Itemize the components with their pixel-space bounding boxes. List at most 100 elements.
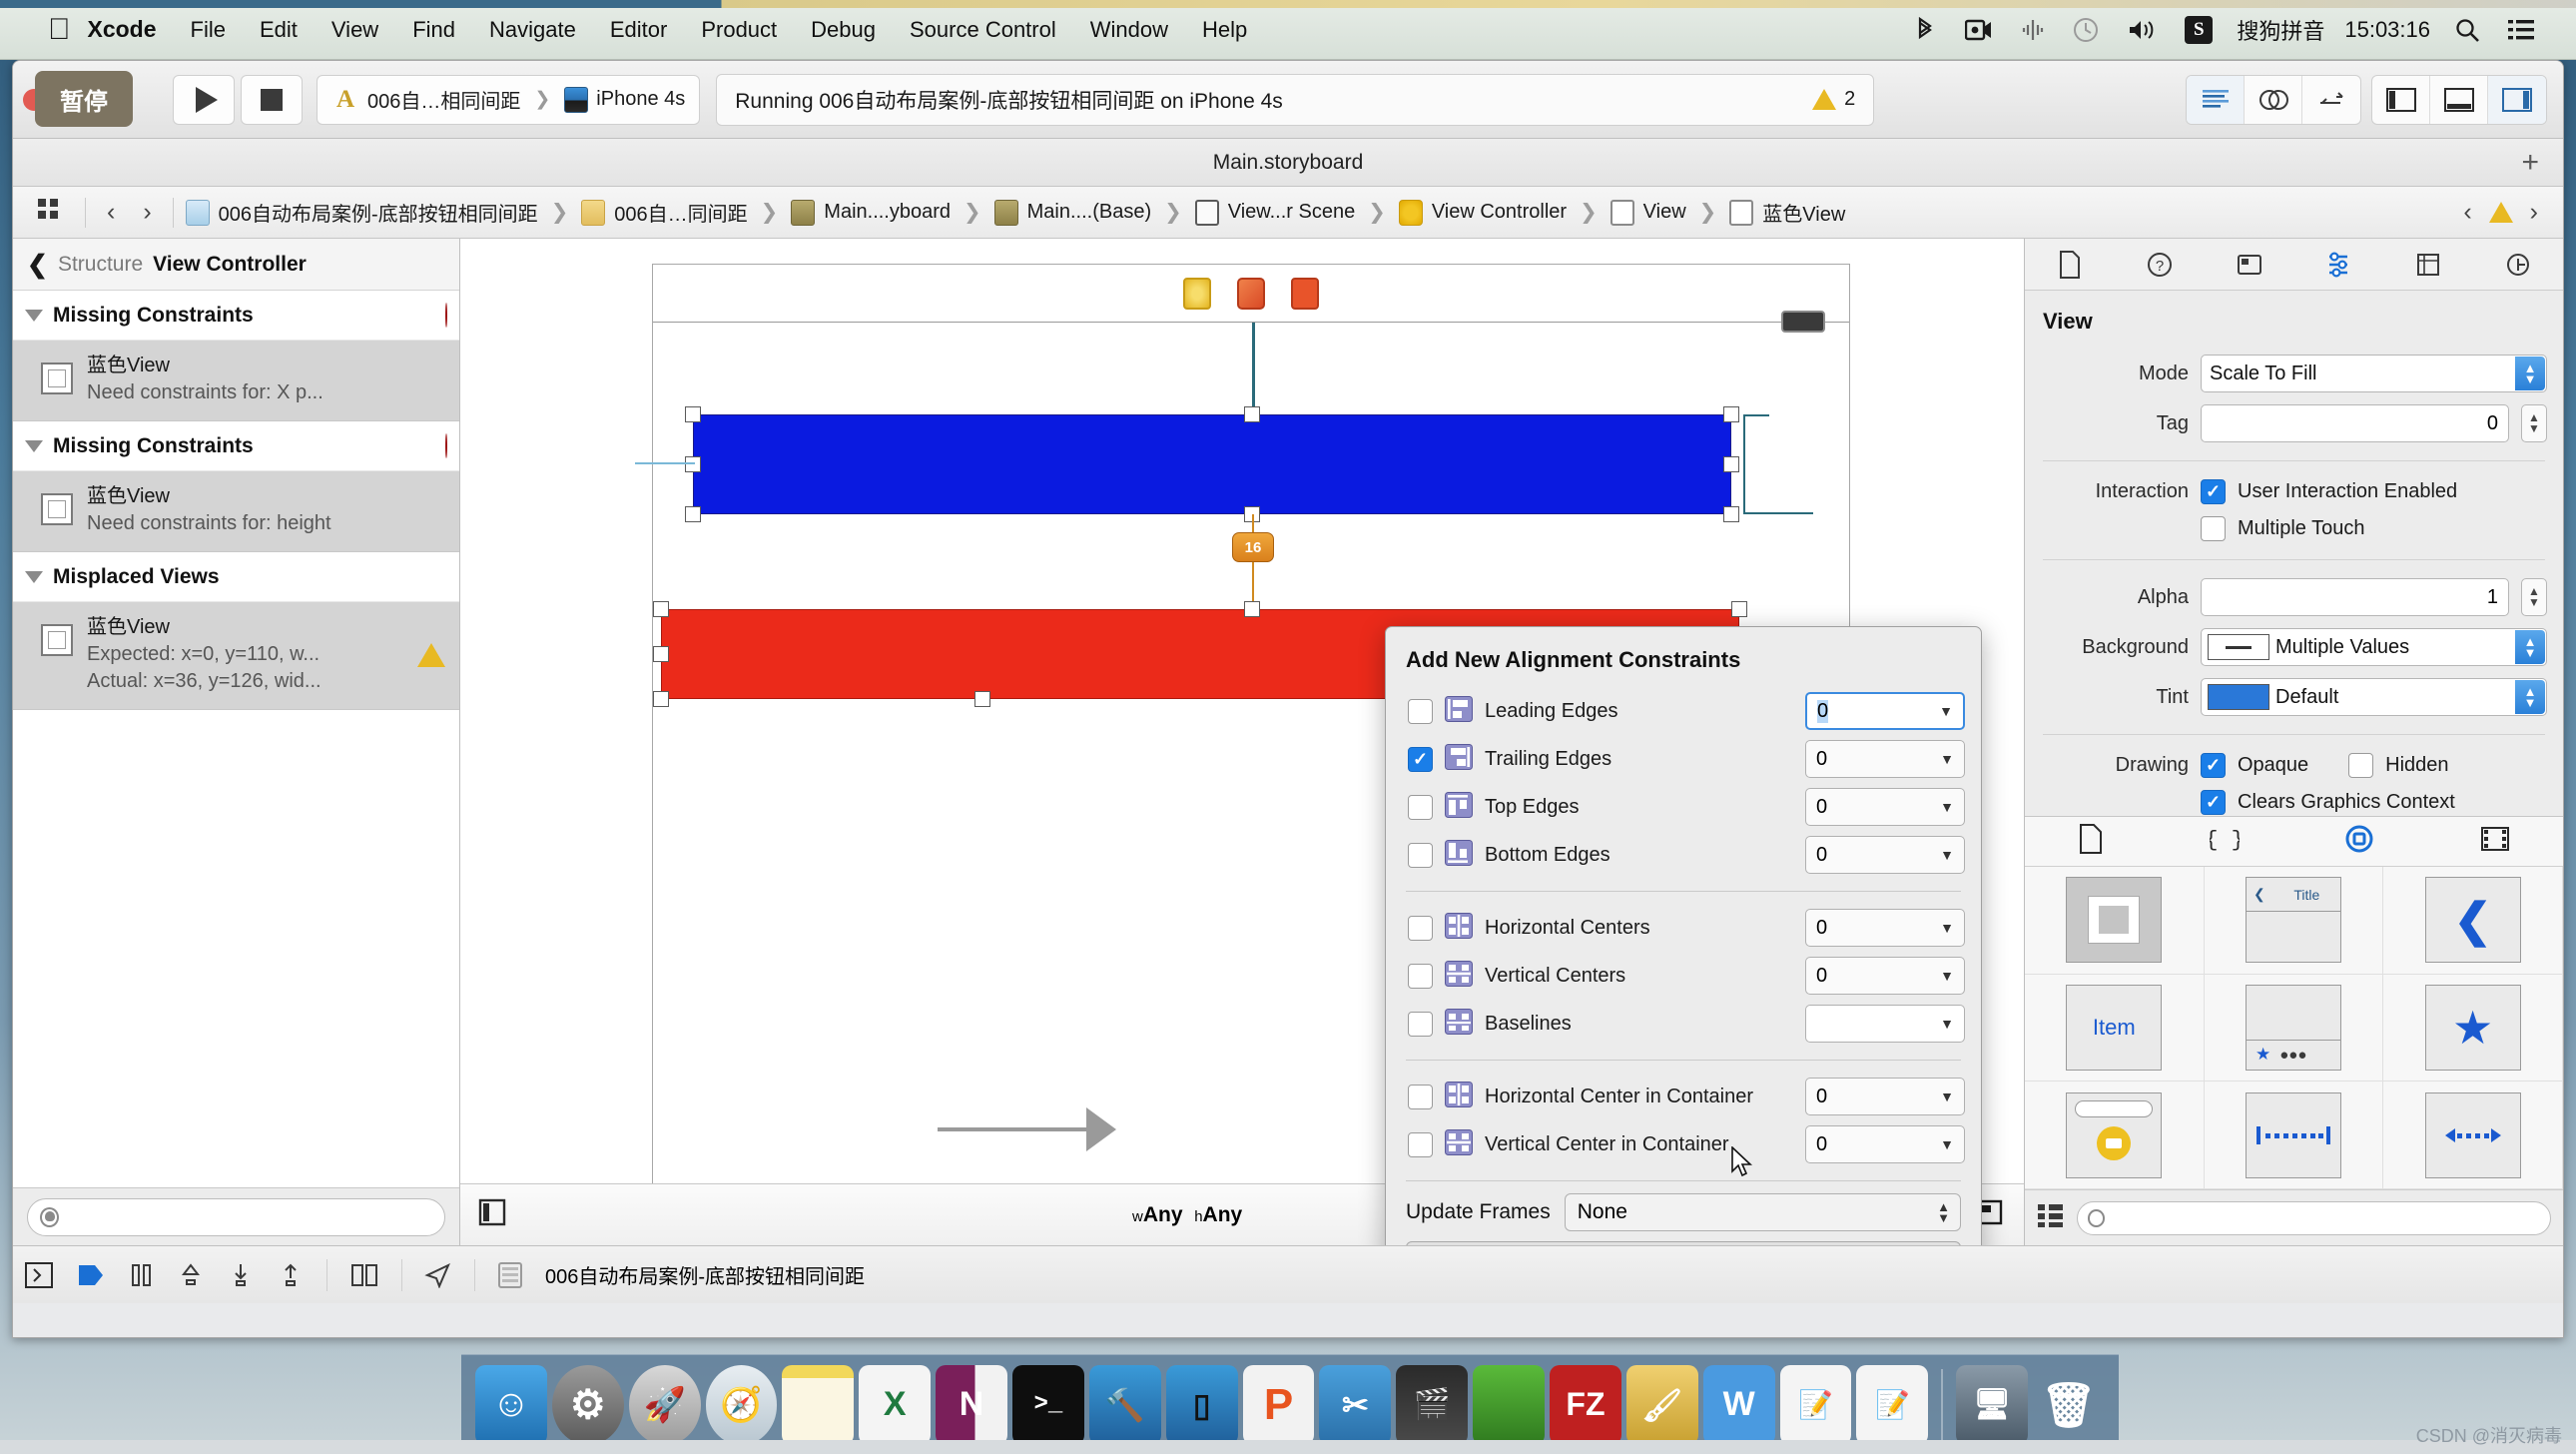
menu-item-view[interactable]: View: [315, 17, 395, 43]
dock-item-imovie[interactable]: 🎬: [1396, 1364, 1469, 1445]
constraint-line-leading[interactable]: [635, 462, 695, 464]
editor-mode-segments[interactable]: [2186, 74, 2361, 125]
dock-item-notes[interactable]: [782, 1364, 855, 1445]
location-icon[interactable]: [424, 1262, 452, 1288]
time-machine-icon[interactable]: [2059, 17, 2113, 43]
input-method-badge[interactable]: S: [2171, 15, 2227, 44]
dock-item-downloads-stack[interactable]: 🖥: [1956, 1364, 2028, 1445]
interface-builder-canvas[interactable]: 16 wAny hAny Add New Alignment Constrain…: [460, 239, 2024, 1245]
add-constraint-button[interactable]: Add 1 Constraint: [1406, 1241, 1961, 1245]
resize-handle[interactable]: [653, 691, 669, 707]
star-image-object[interactable]: ★: [2424, 984, 2521, 1071]
view-toggle-segments[interactable]: [2371, 74, 2547, 125]
issue-group-missing-constraints-1[interactable]: Missing Constraints: [13, 291, 459, 341]
notification-center-icon[interactable]: [2494, 19, 2548, 41]
multiple-touch-checkbox[interactable]: [2201, 516, 2226, 541]
issue-row[interactable]: 蓝色View Need constraints for: height: [13, 471, 459, 552]
toggle-utilities-icon[interactable]: [2488, 75, 2546, 124]
blue-view[interactable]: [693, 414, 1731, 514]
tag-stepper[interactable]: ▲ ▼: [2521, 404, 2547, 442]
dock-item-keynote-p[interactable]: P: [1242, 1364, 1315, 1445]
run-button[interactable]: [173, 74, 235, 125]
navigate-forward-button[interactable]: ›: [130, 198, 164, 227]
breadcrumb-blue-view[interactable]: 蓝色View: [1725, 198, 1849, 227]
breadcrumb-view-controller[interactable]: View Controller: [1395, 199, 1571, 226]
alpha-stepper[interactable]: ▲ ▼: [2521, 578, 2547, 616]
vertical-centers-value-field[interactable]: 0 ▼: [1805, 957, 1965, 995]
menu-item-product[interactable]: Product: [684, 17, 794, 43]
clears-graphics-context-checkbox[interactable]: ✓: [2201, 790, 2226, 815]
dock-item-system-preferences[interactable]: ⚙: [551, 1364, 624, 1445]
trait-variation-label[interactable]: wAny hAny: [1132, 1203, 1242, 1227]
version-editor-icon[interactable]: [2302, 76, 2360, 124]
constraint-row-leading-edges[interactable]: Leading Edges 0 ▼: [1386, 687, 1981, 735]
library-cell[interactable]: [2383, 1082, 2563, 1189]
continue-icon[interactable]: [77, 1263, 107, 1287]
horizontal-constraint-object[interactable]: [2424, 1091, 2521, 1178]
library-item-grid[interactable]: ❮ Title ❮ Item ★ ●●● ★: [2025, 867, 2563, 1189]
issue-group-misplaced-views[interactable]: Misplaced Views: [13, 552, 459, 602]
back-chevron-object[interactable]: ❮: [2424, 877, 2521, 964]
disclosure-triangle-icon[interactable]: [25, 309, 43, 322]
dock-item-safari[interactable]: 🧭: [705, 1364, 778, 1445]
menu-item-debug[interactable]: Debug: [794, 17, 893, 43]
chevron-down-icon[interactable]: ▼: [1940, 1089, 1954, 1104]
menu-item-source-control[interactable]: Source Control: [893, 17, 1073, 43]
chevron-down-icon[interactable]: ▼: [1940, 920, 1954, 936]
vertical-center-in-container-checkbox[interactable]: [1408, 1131, 1433, 1157]
alpha-field[interactable]: 1: [2201, 578, 2509, 616]
chevron-down-icon[interactable]: ▼: [1940, 847, 1954, 863]
dock-item-ios-simulator[interactable]: ▯: [1165, 1364, 1238, 1445]
document-outline-toggle[interactable]: [478, 1197, 508, 1233]
tint-color-swatch[interactable]: [2208, 684, 2269, 710]
toggle-debug-area-icon[interactable]: [2430, 75, 2488, 124]
step-over-icon[interactable]: [177, 1262, 205, 1288]
stepper-icon[interactable]: ▲ ▼: [1937, 1200, 1950, 1224]
code-snippet-library-icon[interactable]: { }: [2205, 825, 2245, 858]
stepper-icon[interactable]: ▲ ▼: [2515, 630, 2545, 664]
vertical-centers-checkbox[interactable]: [1408, 963, 1433, 989]
issue-row[interactable]: 蓝色View Expected: x=0, y=110, w... Actual…: [13, 602, 459, 710]
library-search-field[interactable]: [2077, 1200, 2551, 1235]
library-cell[interactable]: [2025, 867, 2205, 975]
library-cell[interactable]: ❮ Title: [2204, 867, 2384, 975]
menu-item-edit[interactable]: Edit: [243, 17, 315, 43]
pause-tooltip[interactable]: 暂停: [35, 71, 133, 127]
tag-field[interactable]: 0: [2201, 404, 2509, 442]
bar-button-item-object[interactable]: Item: [2066, 984, 2163, 1071]
constraint-row-vertical-center-in-container[interactable]: Vertical Center in Container 0 ▼: [1386, 1120, 1981, 1168]
dock-item-xcode-doc-1[interactable]: 📝: [1779, 1364, 1852, 1445]
bottom-edges-value-field[interactable]: 0 ▼: [1805, 836, 1965, 874]
scheme-selector[interactable]: A 006自…相同间距 ❯ iPhone 4s: [317, 74, 701, 125]
breadcrumb-project[interactable]: 006自动布局案例-底部按钮相同间距: [182, 198, 542, 227]
dock-item-evernote[interactable]: [1473, 1364, 1546, 1445]
spacing-constraint-badge[interactable]: 16: [1232, 532, 1274, 562]
horizontal-centers-value-field[interactable]: 0 ▼: [1805, 909, 1965, 947]
menu-item-navigate[interactable]: Navigate: [472, 17, 593, 43]
first-responder-icon[interactable]: [1237, 277, 1265, 310]
apple-menu-icon[interactable]: : [48, 14, 71, 45]
library-search-input[interactable]: [2105, 1207, 2540, 1228]
dock-item-microsoft-onenote[interactable]: N: [936, 1364, 1008, 1445]
resize-handle[interactable]: [1723, 506, 1739, 522]
menu-item-find[interactable]: Find: [395, 17, 472, 43]
object-library-icon[interactable]: [2344, 824, 2374, 859]
navigator-scope-label[interactable]: Structure: [58, 253, 143, 277]
hidden-checkbox[interactable]: [2348, 753, 2374, 778]
dock-item-wps-writer[interactable]: W: [1702, 1364, 1775, 1445]
chevron-down-icon[interactable]: ▼: [1939, 703, 1953, 719]
stop-button[interactable]: [241, 74, 303, 125]
update-frames-row[interactable]: Update Frames None ▲ ▼: [1386, 1191, 1981, 1241]
resize-handle[interactable]: [653, 601, 669, 617]
resize-handle[interactable]: [1731, 601, 1747, 617]
dock-item-xcode[interactable]: 🔨: [1088, 1364, 1161, 1445]
constraint-row-horizontal-centers[interactable]: Horizontal Centers 0 ▼: [1386, 904, 1981, 952]
related-items-icon[interactable]: [25, 197, 77, 228]
breadcrumb-view[interactable]: View: [1607, 199, 1690, 226]
background-color-swatch[interactable]: [2208, 634, 2269, 660]
user-interaction-enabled-checkbox[interactable]: ✓: [2201, 479, 2226, 504]
stepper-icon[interactable]: ▲ ▼: [2515, 680, 2545, 714]
constraint-line-top[interactable]: [1252, 323, 1255, 414]
toggle-navigator-icon[interactable]: [2372, 75, 2430, 124]
library-cell[interactable]: ★: [2383, 974, 2563, 1083]
